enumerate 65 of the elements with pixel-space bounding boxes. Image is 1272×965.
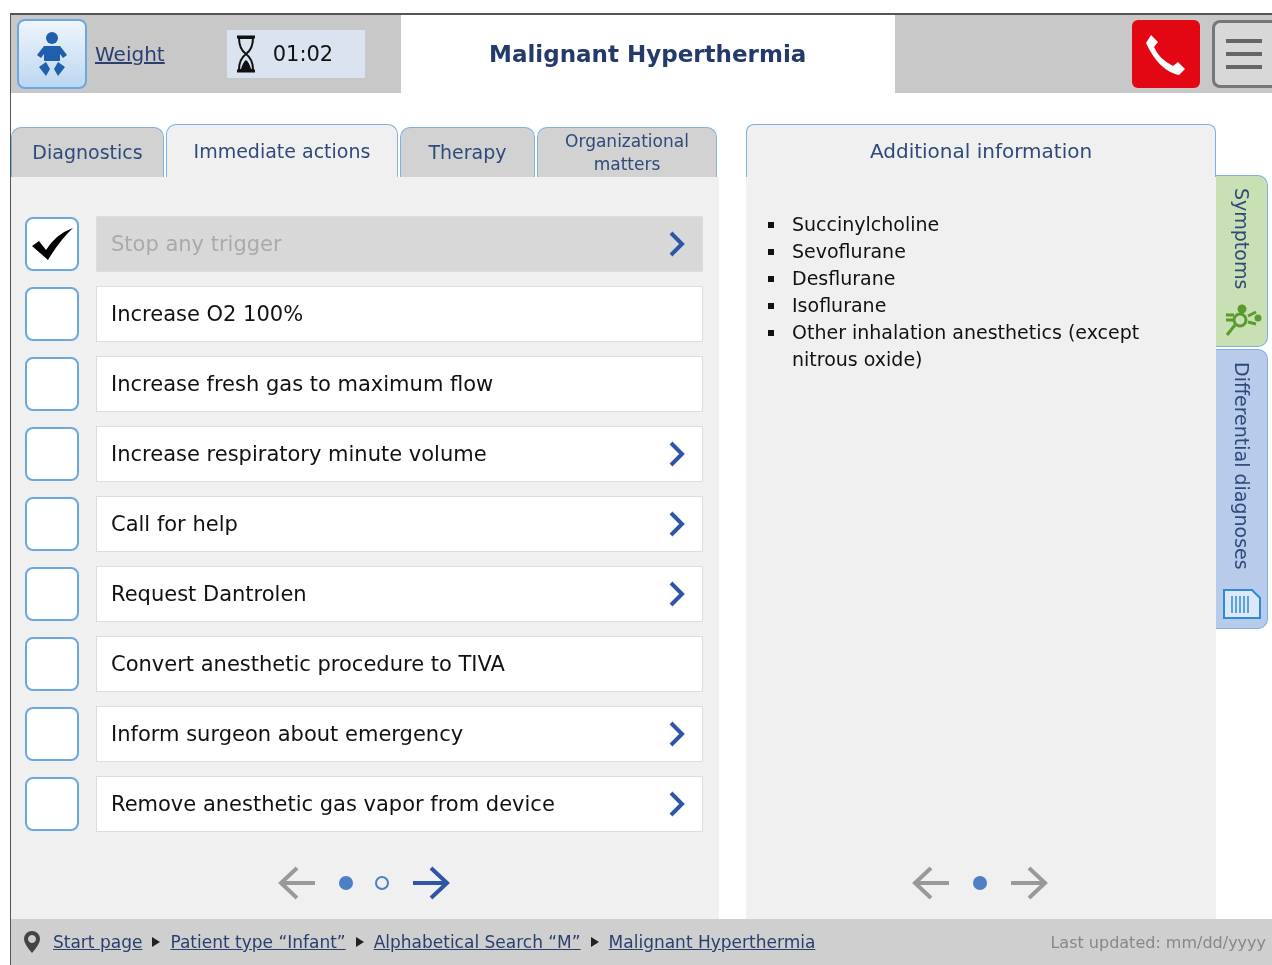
page-dot[interactable] [973, 876, 987, 890]
baby-icon [35, 31, 69, 77]
list-item-text: Sevoflurane [792, 239, 906, 264]
checkbox[interactable] [25, 497, 79, 551]
action-item[interactable]: Convert anesthetic procedure to TIVA [96, 636, 703, 692]
side-tab[interactable]: Symptoms [1216, 175, 1268, 347]
separator-arrow-icon [355, 937, 364, 947]
chevron-right-icon [668, 721, 686, 747]
tab[interactable]: Therapy [400, 127, 535, 177]
side-tab[interactable]: Differential diagnoses [1216, 349, 1268, 629]
breadcrumb-link[interactable]: Alphabetical Search “M” [373, 932, 581, 952]
bullet-icon [768, 330, 774, 336]
checkbox[interactable] [25, 777, 79, 831]
chevron-right-icon [668, 791, 686, 817]
checkbox[interactable] [25, 707, 79, 761]
separator-arrow-icon [152, 937, 161, 947]
chevron-right-icon [668, 441, 686, 467]
emergency-call-button[interactable] [1132, 20, 1200, 88]
location-pin-icon [23, 930, 41, 954]
tab[interactable]: Organizational matters [537, 127, 717, 177]
breadcrumb-link[interactable]: Malignant Hyperthermia [608, 932, 816, 952]
list-item-text: Isoflurane [792, 293, 887, 318]
list-item-text: Succinylcholine [792, 212, 940, 237]
weight-link[interactable]: Weight [95, 42, 165, 66]
bullet-icon [768, 303, 774, 309]
chevron-right-icon [668, 511, 686, 537]
document-icon [1221, 588, 1262, 620]
action-item[interactable]: Call for help [96, 496, 703, 552]
checkbox[interactable] [25, 427, 79, 481]
page-dot[interactable] [375, 876, 389, 890]
action-item[interactable]: Request Dantrolen [96, 566, 703, 622]
chevron-right-icon [668, 231, 686, 257]
hourglass-icon [234, 35, 257, 73]
breadcrumb-link[interactable]: Patient type “Infant” [170, 932, 346, 952]
menu-icon [1223, 37, 1264, 71]
checkbox[interactable] [25, 637, 79, 691]
list-item-text: Other inhalation anesthetics (except nitrous oxide) [792, 320, 1141, 372]
bullet-icon [768, 276, 774, 282]
side-tab-label: Differential diagnoses [1230, 362, 1253, 570]
menu-button[interactable] [1212, 20, 1272, 88]
action-item[interactable]: Increase respiratory minute volume [96, 426, 703, 482]
side-tab-label: Symptoms [1230, 188, 1253, 290]
action-item[interactable]: Remove anesthetic gas vapor from device [96, 776, 703, 832]
list-item-text: Desflurane [792, 266, 896, 291]
last-updated: Last updated: mm/dd/yyyy [1050, 932, 1266, 952]
page-title: Malignant Hyperthermia [489, 41, 807, 67]
bullet-icon [768, 249, 774, 255]
tab[interactable]: Diagnostics [11, 127, 164, 177]
checkbox[interactable] [25, 217, 79, 271]
patient-type-button[interactable] [17, 19, 87, 89]
chevron-right-icon [668, 581, 686, 607]
breadcrumb-link[interactable]: Start page [53, 932, 143, 952]
tab[interactable]: Immediate actions [166, 124, 398, 177]
info-panel-title: Additional information [869, 139, 1093, 163]
checkbox[interactable] [25, 567, 79, 621]
check-icon [30, 226, 74, 262]
action-item[interactable]: Increase fresh gas to maximum flow [96, 356, 703, 412]
separator-arrow-icon [590, 937, 599, 947]
checkbox[interactable] [25, 287, 79, 341]
action-item[interactable]: Inform surgeon about emergency [96, 706, 703, 762]
action-item[interactable]: Increase O2 100% [96, 286, 703, 342]
checkbox[interactable] [25, 357, 79, 411]
page-dot[interactable] [339, 876, 353, 890]
timer-text: 01:02 [272, 42, 334, 66]
bullet-icon [768, 222, 774, 228]
